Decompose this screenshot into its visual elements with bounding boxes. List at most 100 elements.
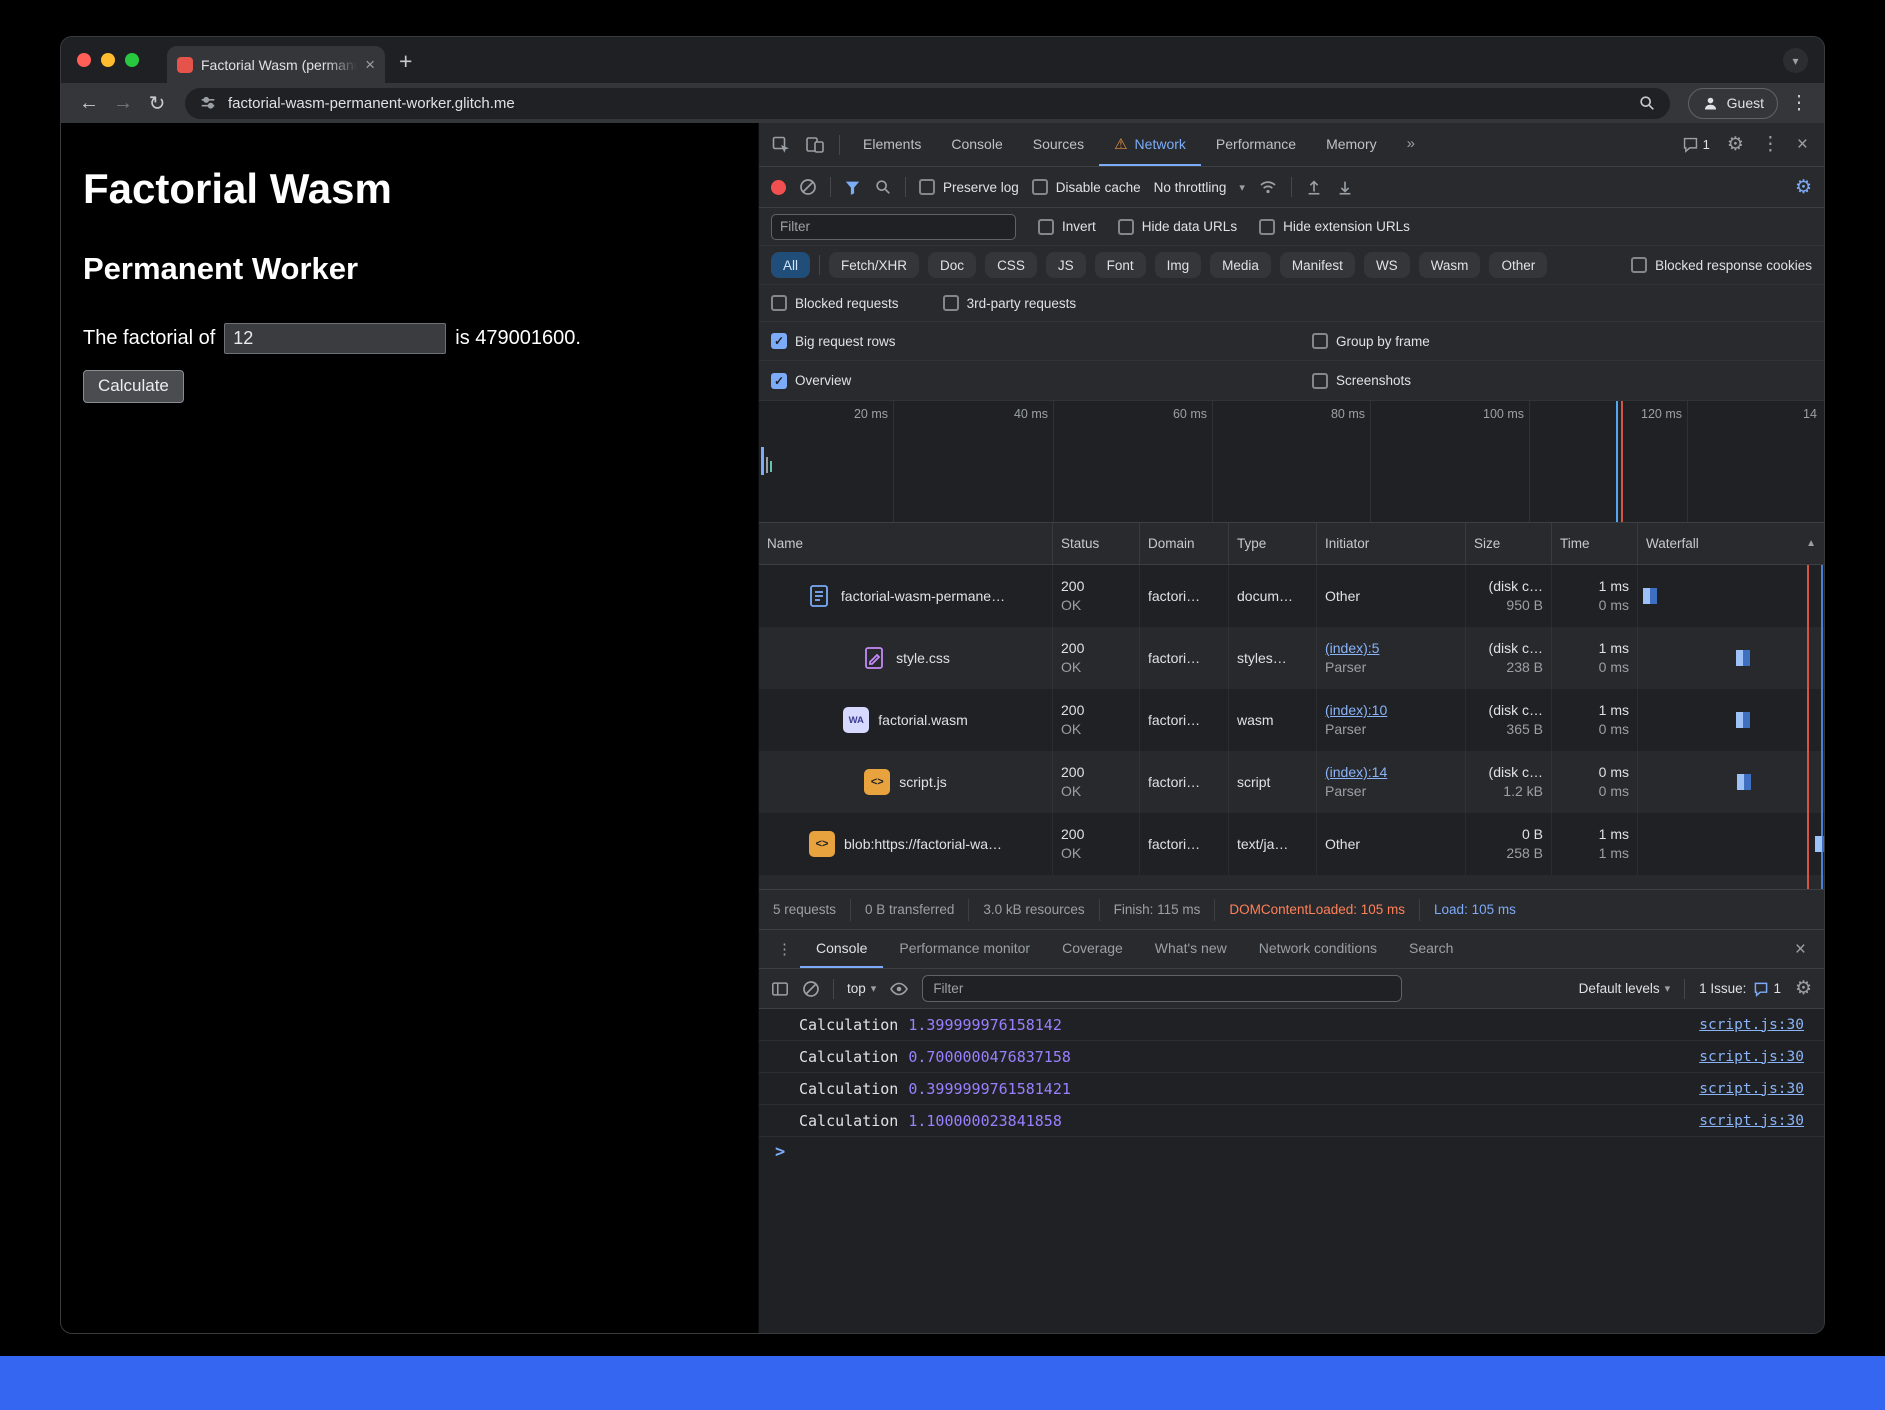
- column-header-type[interactable]: Type: [1229, 523, 1317, 564]
- checkbox[interactable]: [919, 179, 935, 195]
- settings-gear-icon[interactable]: ⚙: [1727, 135, 1744, 154]
- checkbox[interactable]: [1312, 333, 1328, 349]
- checkbox-checked[interactable]: ✓: [771, 333, 787, 349]
- column-header-status[interactable]: Status: [1053, 523, 1140, 564]
- invert-checkbox[interactable]: Invert: [1038, 219, 1096, 235]
- browser-menu-icon[interactable]: ⋮: [1786, 92, 1812, 115]
- drawer-tab-network-conditions[interactable]: Network conditions: [1243, 930, 1393, 968]
- checkbox[interactable]: [1032, 179, 1048, 195]
- drawer-tab-whats-new[interactable]: What's new: [1139, 930, 1243, 968]
- inspect-element-icon[interactable]: [771, 135, 791, 155]
- back-button[interactable]: ←: [73, 92, 105, 115]
- tab-network[interactable]: ⚠ Network: [1099, 123, 1201, 166]
- network-settings-gear-icon[interactable]: ⚙: [1795, 178, 1812, 197]
- hide-data-urls-checkbox[interactable]: Hide data URLs: [1118, 219, 1237, 235]
- initiator-link[interactable]: (index):10: [1325, 701, 1457, 720]
- zoom-magnifier-icon[interactable]: [1638, 94, 1656, 112]
- source-link[interactable]: script.js:30: [1699, 1049, 1824, 1065]
- console-filter-input[interactable]: [922, 975, 1402, 1002]
- site-info-icon[interactable]: [199, 94, 217, 112]
- reload-button[interactable]: ↻: [141, 91, 173, 116]
- big-request-rows-checkbox[interactable]: ✓ Big request rows: [771, 333, 1312, 349]
- drawer-tab-console[interactable]: Console: [800, 930, 883, 968]
- column-header-time[interactable]: Time: [1552, 523, 1638, 564]
- filter-chip-all[interactable]: All: [771, 252, 810, 278]
- new-tab-button[interactable]: +: [399, 48, 412, 75]
- group-by-frame-checkbox[interactable]: Group by frame: [1312, 333, 1430, 349]
- issues-link[interactable]: 1 Issue: 1: [1699, 981, 1781, 997]
- request-row-wasm[interactable]: WA factorial.wasm 200OK factori… wasm (i…: [759, 689, 1824, 751]
- filter-chip-css[interactable]: CSS: [985, 252, 1037, 278]
- minimize-window-button[interactable]: [101, 53, 115, 67]
- drawer-tab-performance-monitor[interactable]: Performance monitor: [883, 930, 1046, 968]
- tab-performance[interactable]: Performance: [1201, 123, 1311, 166]
- profile-button[interactable]: Guest: [1688, 88, 1778, 119]
- tab-console[interactable]: Console: [936, 123, 1017, 166]
- console-prompt[interactable]: >: [759, 1137, 1824, 1167]
- more-tabs-button[interactable]: »: [1392, 123, 1430, 166]
- console-sidebar-icon[interactable]: [771, 980, 789, 998]
- filter-chip-manifest[interactable]: Manifest: [1280, 252, 1355, 278]
- clear-network-icon[interactable]: [799, 178, 817, 196]
- tab-memory[interactable]: Memory: [1311, 123, 1392, 166]
- device-toolbar-icon[interactable]: [805, 135, 825, 155]
- initiator-link[interactable]: (index):14: [1325, 763, 1457, 782]
- search-icon[interactable]: [874, 178, 892, 196]
- close-devtools-icon[interactable]: ×: [1797, 135, 1808, 154]
- close-drawer-icon[interactable]: ×: [1787, 930, 1814, 968]
- drawer-menu-icon[interactable]: ⋮: [769, 930, 800, 968]
- network-conditions-icon[interactable]: [1258, 177, 1278, 197]
- export-har-icon[interactable]: [1336, 178, 1354, 196]
- source-link[interactable]: script.js:30: [1699, 1081, 1824, 1097]
- preserve-log-checkbox[interactable]: Preserve log: [919, 179, 1019, 195]
- console-message[interactable]: Calculation 1.399999976158142 script.js:…: [759, 1009, 1824, 1041]
- column-header-name[interactable]: Name: [759, 523, 1053, 564]
- default-levels-dropdown[interactable]: Default levels ▾: [1579, 981, 1671, 996]
- filter-chip-font[interactable]: Font: [1095, 252, 1146, 278]
- checkbox[interactable]: [1259, 219, 1275, 235]
- request-row-script[interactable]: <> script.js 200OK factori… script (inde…: [759, 751, 1824, 813]
- drawer-tab-coverage[interactable]: Coverage: [1046, 930, 1139, 968]
- initiator-link[interactable]: (index):5: [1325, 639, 1457, 658]
- network-filter-input[interactable]: [771, 214, 1016, 240]
- omnibox[interactable]: factorial-wasm-permanent-worker.glitch.m…: [185, 88, 1670, 119]
- checkbox[interactable]: [943, 295, 959, 311]
- blocked-response-cookies-checkbox[interactable]: Blocked response cookies: [1631, 257, 1812, 273]
- checkbox[interactable]: [1312, 373, 1328, 389]
- tab-elements[interactable]: Elements: [848, 123, 936, 166]
- filter-chip-other[interactable]: Other: [1489, 252, 1547, 278]
- network-overview-timeline[interactable]: 20 ms 40 ms 60 ms 80 ms 100 ms 120 ms 14: [759, 401, 1824, 523]
- factorial-input[interactable]: [224, 323, 446, 354]
- filter-chip-fetch-xhr[interactable]: Fetch/XHR: [829, 252, 919, 278]
- record-button[interactable]: [771, 180, 786, 195]
- hide-extension-urls-checkbox[interactable]: Hide extension URLs: [1259, 219, 1410, 235]
- checkbox[interactable]: [1631, 257, 1647, 273]
- third-party-requests-checkbox[interactable]: 3rd-party requests: [943, 295, 1077, 311]
- filter-chip-media[interactable]: Media: [1210, 252, 1271, 278]
- console-settings-gear-icon[interactable]: ⚙: [1795, 979, 1812, 998]
- request-row-blob[interactable]: <> blob:https://factorial-wa… 200OK fact…: [759, 813, 1824, 875]
- tab-sources[interactable]: Sources: [1018, 123, 1099, 166]
- console-message[interactable]: Calculation 1.100000023841858 script.js:…: [759, 1105, 1824, 1137]
- source-link[interactable]: script.js:30: [1699, 1017, 1824, 1033]
- live-expression-eye-icon[interactable]: [889, 979, 909, 999]
- blocked-requests-checkbox[interactable]: Blocked requests: [771, 295, 899, 311]
- source-link[interactable]: script.js:30: [1699, 1113, 1824, 1129]
- browser-tab[interactable]: Factorial Wasm (permanent W ×: [167, 46, 385, 83]
- filter-chip-wasm[interactable]: Wasm: [1419, 252, 1481, 278]
- screenshots-checkbox[interactable]: Screenshots: [1312, 373, 1411, 389]
- filter-chip-ws[interactable]: WS: [1364, 252, 1410, 278]
- checkbox[interactable]: [771, 295, 787, 311]
- console-message[interactable]: Calculation 0.7000000476837158 script.js…: [759, 1041, 1824, 1073]
- filter-chip-img[interactable]: Img: [1155, 252, 1202, 278]
- drawer-tab-search[interactable]: Search: [1393, 930, 1469, 968]
- filter-chip-js[interactable]: JS: [1046, 252, 1086, 278]
- checkbox[interactable]: [1038, 219, 1054, 235]
- column-header-waterfall[interactable]: Waterfall ▲: [1638, 523, 1824, 564]
- checkbox[interactable]: [1118, 219, 1134, 235]
- overview-checkbox[interactable]: ✓ Overview: [771, 373, 1312, 389]
- devtools-menu-icon[interactable]: ⋮: [1761, 135, 1780, 154]
- tab-close-icon[interactable]: ×: [365, 56, 375, 73]
- issues-counter[interactable]: 1: [1682, 136, 1710, 153]
- clear-console-icon[interactable]: [802, 980, 820, 998]
